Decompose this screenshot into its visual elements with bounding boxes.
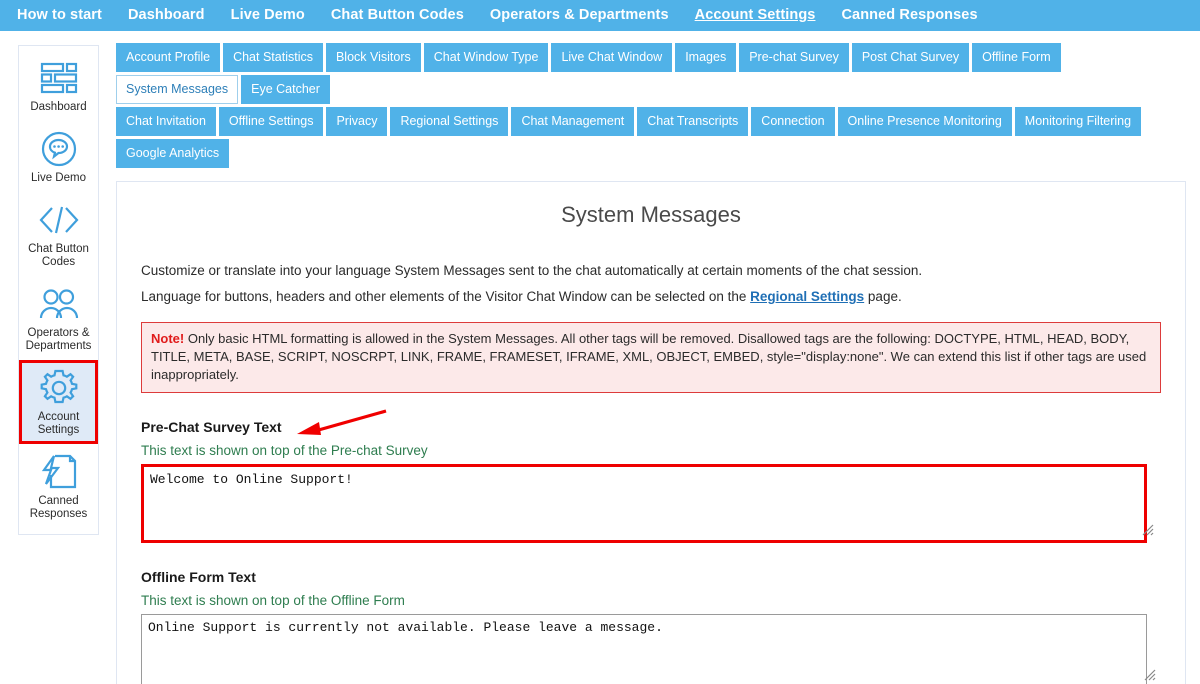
tab-live-chat-window[interactable]: Live Chat Window (551, 43, 672, 72)
sidebar-item-account-settings[interactable]: Account Settings (19, 360, 98, 444)
field-offline-form-text: Offline Form Text This text is shown on … (141, 569, 1161, 684)
tab-online-presence-monitoring[interactable]: Online Presence Monitoring (838, 107, 1012, 136)
topnav-item-dashboard[interactable]: Dashboard (115, 0, 218, 31)
field-label: Pre-Chat Survey Text (141, 419, 282, 435)
sidebar-item-dashboard[interactable]: Dashboard (19, 50, 98, 121)
sidebar-item-label: Live Demo (21, 172, 96, 185)
textarea-wrapper (141, 464, 1161, 543)
code-brackets-icon (21, 200, 96, 240)
sidebar-item-label: Account Settings (24, 411, 93, 437)
sidebar: Dashboard Live Demo (0, 31, 104, 684)
annotation-arrow-icon (287, 407, 391, 441)
field-hint: This text is shown on top of the Pre-cha… (141, 443, 1161, 458)
tab-chat-statistics[interactable]: Chat Statistics (223, 43, 323, 72)
gear-icon (24, 368, 93, 408)
topnav-item-how-to-start[interactable]: How to start (4, 0, 115, 31)
chat-bubble-circle-icon (21, 129, 96, 169)
topnav-item-chat-button-codes[interactable]: Chat Button Codes (318, 0, 477, 31)
page-title: System Messages (141, 202, 1161, 228)
tab-post-chat-survey[interactable]: Post Chat Survey (852, 43, 969, 72)
main-content: Account Profile Chat Statistics Block Vi… (104, 31, 1200, 684)
description-line-2: Language for buttons, headers and other … (141, 288, 1161, 305)
tab-google-analytics[interactable]: Google Analytics (116, 139, 229, 168)
note-text: Only basic HTML formatting is allowed in… (151, 331, 1146, 382)
tab-eye-catcher[interactable]: Eye Catcher (241, 75, 330, 104)
field-label: Offline Form Text (141, 569, 256, 585)
tab-connection[interactable]: Connection (751, 107, 834, 136)
settings-panel: System Messages Customize or translate i… (116, 181, 1186, 684)
sidebar-item-label: Canned Responses (21, 495, 96, 521)
sidebar-item-label: Dashboard (21, 101, 96, 114)
tab-monitoring-filtering[interactable]: Monitoring Filtering (1015, 107, 1141, 136)
settings-tabs-row-2: Chat Invitation Offline Settings Privacy… (116, 107, 1156, 168)
people-group-icon (21, 284, 96, 324)
tab-images[interactable]: Images (675, 43, 736, 72)
field-pre-chat-survey-text: Pre-Chat Survey Text This text is shown … (141, 419, 1161, 543)
topnav-item-account-settings[interactable]: Account Settings (682, 0, 829, 31)
dashboard-grid-icon (21, 58, 96, 98)
note-banner: Note! Only basic HTML formatting is allo… (141, 322, 1161, 393)
tab-offline-settings[interactable]: Offline Settings (219, 107, 324, 136)
page-body: Dashboard Live Demo (0, 31, 1200, 684)
tab-chat-transcripts[interactable]: Chat Transcripts (637, 107, 748, 136)
lightning-document-icon (21, 452, 96, 492)
sidebar-item-label: Operators & Departments (21, 327, 96, 353)
sidebar-box: Dashboard Live Demo (18, 45, 99, 535)
top-navigation-bar: How to start Dashboard Live Demo Chat Bu… (0, 0, 1200, 31)
topnav-item-live-demo[interactable]: Live Demo (218, 0, 318, 31)
tab-chat-management[interactable]: Chat Management (511, 107, 634, 136)
field-hint: This text is shown on top of the Offline… (141, 593, 1161, 608)
sidebar-item-chat-button-codes[interactable]: Chat Button Codes (19, 192, 98, 276)
offline-form-textarea[interactable] (141, 614, 1147, 684)
textarea-wrapper (141, 614, 1161, 684)
sidebar-item-live-demo[interactable]: Live Demo (19, 121, 98, 192)
sidebar-item-label: Chat Button Codes (21, 243, 96, 269)
tab-system-messages[interactable]: System Messages (116, 75, 238, 104)
description-line-1: Customize or translate into your languag… (141, 262, 1161, 279)
tab-account-profile[interactable]: Account Profile (116, 43, 220, 72)
sidebar-item-operators-departments[interactable]: Operators & Departments (19, 276, 98, 360)
tab-privacy[interactable]: Privacy (326, 107, 387, 136)
topnav-item-operators-departments[interactable]: Operators & Departments (477, 0, 682, 31)
description-line-2-prefix: Language for buttons, headers and other … (141, 289, 750, 304)
pre-chat-survey-textarea[interactable] (141, 464, 1147, 543)
note-label: Note! (151, 331, 184, 346)
tab-chat-window-type[interactable]: Chat Window Type (424, 43, 549, 72)
tab-offline-form[interactable]: Offline Form (972, 43, 1061, 72)
tab-regional-settings[interactable]: Regional Settings (390, 107, 508, 136)
tab-block-visitors[interactable]: Block Visitors (326, 43, 421, 72)
tab-chat-invitation[interactable]: Chat Invitation (116, 107, 216, 136)
regional-settings-link[interactable]: Regional Settings (750, 289, 864, 304)
description-line-2-suffix: page. (864, 289, 902, 304)
settings-tabs-row-1: Account Profile Chat Statistics Block Vi… (116, 43, 1156, 104)
topnav-item-canned-responses[interactable]: Canned Responses (828, 0, 990, 31)
sidebar-item-canned-responses[interactable]: Canned Responses (19, 444, 98, 528)
tab-pre-chat-survey[interactable]: Pre-chat Survey (739, 43, 849, 72)
